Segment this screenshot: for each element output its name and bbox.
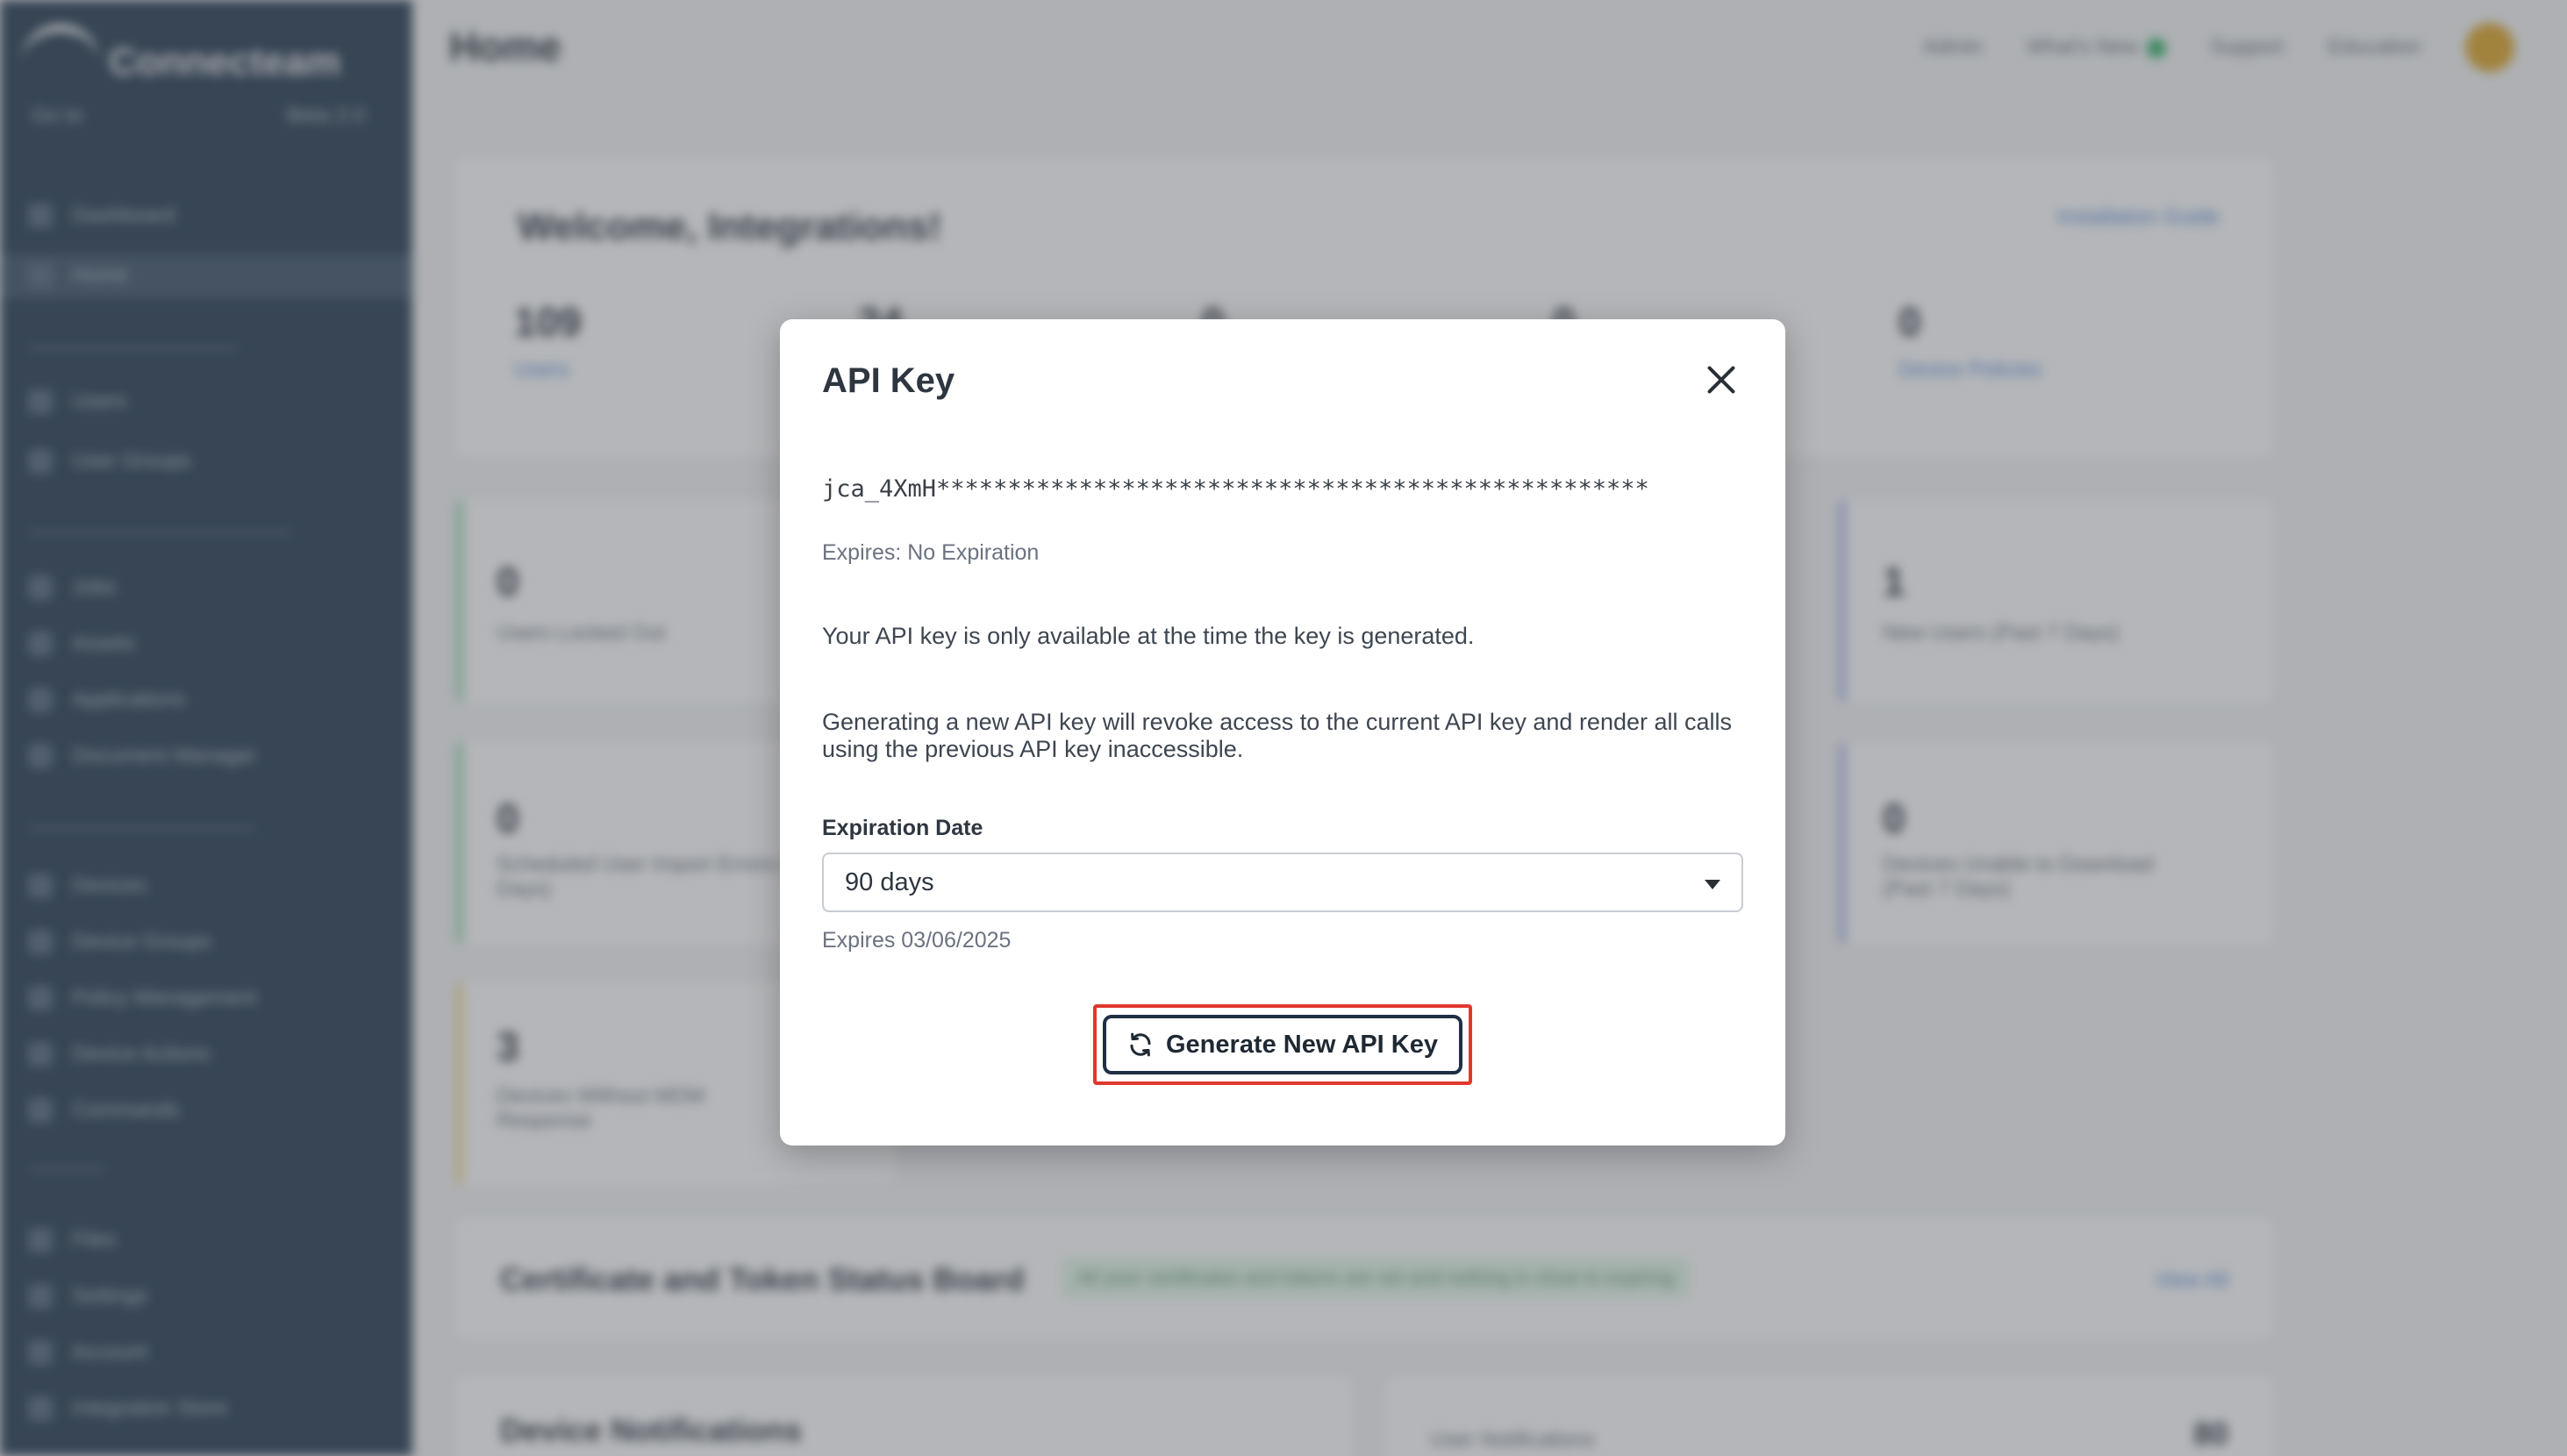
refresh-icon [1130, 1032, 1151, 1057]
api-key-warning: Generating a new API key will revoke acc… [822, 709, 1733, 762]
api-key-value: jca_4XmH********************************… [822, 475, 1649, 503]
generate-api-key-label: Generate New API Key [1166, 1030, 1438, 1059]
generate-api-key-button[interactable]: Generate New API Key [1103, 1015, 1462, 1074]
api-key-info: Your API key is only available at the ti… [822, 623, 1475, 649]
api-key-modal: API Key jca_4XmH************************… [780, 319, 1785, 1146]
expiration-date-value: 90 days [845, 867, 934, 896]
expiration-date-label: Expiration Date [822, 816, 983, 840]
caret-down-icon [1705, 880, 1720, 889]
expires-date-text: Expires 03/06/2025 [822, 928, 1012, 953]
expiration-date-select[interactable]: 90 days [822, 853, 1743, 912]
key-expiration-note: Expires: No Expiration [822, 540, 1040, 565]
close-icon[interactable] [1699, 358, 1743, 402]
modal-title: API Key [822, 361, 955, 400]
